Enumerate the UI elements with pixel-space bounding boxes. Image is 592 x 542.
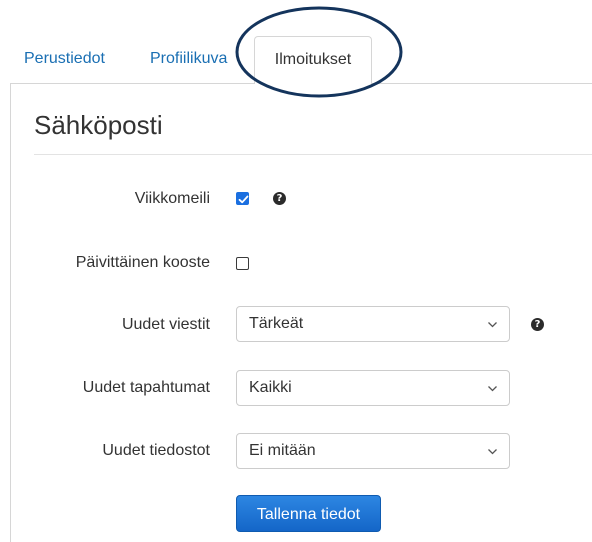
new-messages-select[interactable]: Tärkeät	[236, 306, 510, 342]
notification-settings-page: Perustiedot Profiilikuva Ilmoitukset Säh…	[0, 0, 592, 542]
new-messages-selected-value: Tärkeät	[249, 315, 304, 332]
tab-ilmoitukset[interactable]: Ilmoitukset	[254, 36, 372, 84]
chevron-down-icon	[488, 449, 497, 455]
weekly-email-label: Viikkomeili	[134, 190, 210, 207]
section-divider	[34, 154, 592, 155]
new-messages-label: Uudet viestit	[121, 316, 210, 333]
save-button[interactable]: Tallenna tiedot	[236, 495, 381, 532]
chevron-down-icon	[488, 386, 497, 392]
check-icon	[238, 195, 249, 204]
new-events-select[interactable]: Kaikki	[236, 370, 510, 406]
daily-digest-checkbox[interactable]	[236, 257, 249, 270]
new-events-label: Uudet tapahtumat	[82, 379, 210, 396]
tab-profiilikuva[interactable]: Profiilikuva	[150, 49, 227, 69]
new-files-select[interactable]: Ei mitään	[236, 433, 510, 469]
weekly-email-checkbox[interactable]	[236, 192, 249, 205]
section-title: Sähköposti	[34, 110, 163, 140]
tab-perustiedot[interactable]: Perustiedot	[24, 49, 105, 69]
new-messages-help-icon[interactable]: ?	[531, 318, 544, 331]
new-files-selected-value: Ei mitään	[249, 442, 316, 459]
weekly-email-help-icon[interactable]: ?	[273, 192, 286, 205]
daily-digest-label: Päivittäinen kooste	[75, 254, 210, 271]
new-events-selected-value: Kaikki	[249, 379, 292, 396]
new-files-label: Uudet tiedostot	[102, 442, 210, 459]
chevron-down-icon	[488, 322, 497, 328]
